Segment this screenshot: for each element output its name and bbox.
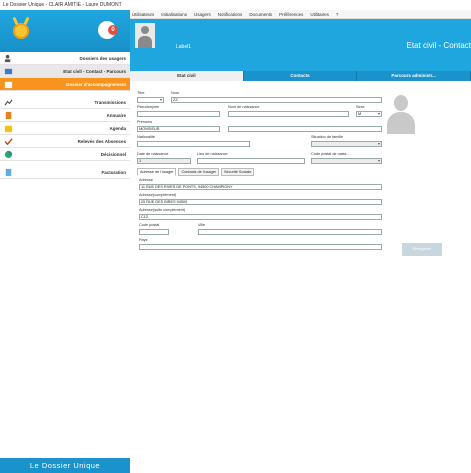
- situation-select[interactable]: [311, 141, 382, 147]
- tab-bar: Etat civil Contacts Parcours administr..…: [130, 71, 471, 81]
- subtab-adresse[interactable]: Adresse de l'usager: [137, 168, 177, 176]
- menu-utilisateurs[interactable]: Utilisateurs: [132, 10, 154, 18]
- adresse-label: Adresse: [139, 178, 153, 182]
- adresse-complement-label: Adresse(complément): [139, 193, 177, 197]
- menu-notifications[interactable]: Notifications: [218, 10, 243, 18]
- avatar: [135, 23, 155, 48]
- titre-label: Titre: [137, 91, 145, 95]
- menu-utilitaires[interactable]: Utilitaires: [310, 10, 329, 18]
- save-button[interactable]: Enregistrer: [402, 243, 442, 256]
- tab-etat-civil[interactable]: Etat civil: [130, 71, 244, 81]
- sidebar-item-label: Agenda: [109, 125, 126, 131]
- calendar-icon: [4, 125, 13, 132]
- folder-icon: [4, 81, 13, 88]
- menu-documents[interactable]: Documents: [249, 10, 272, 18]
- nationalite-field[interactable]: [137, 141, 250, 147]
- sidebar-item-etat-civil[interactable]: Etat civil - Contact - Parcours: [0, 65, 130, 78]
- sidebar-item-facturation[interactable]: Facturation: [0, 166, 130, 179]
- menu-preferences[interactable]: Préférences: [279, 10, 303, 18]
- date-naissance-label: Date de naissance: [137, 152, 169, 156]
- adresse-suite-field[interactable]: C12: [139, 214, 382, 220]
- sidebar-item-label: Décisionnel: [100, 151, 126, 157]
- tab-contacts[interactable]: Contacts: [243, 71, 358, 81]
- pseudonyme-label: Pseudonyme: [137, 105, 160, 109]
- sidebar-item-label: Relevés des Absences: [77, 138, 126, 144]
- notification-badge: 0: [108, 25, 118, 35]
- code-postal-field[interactable]: [139, 229, 169, 235]
- address-book-icon: [5, 111, 12, 119]
- sidebar-item-label: Dossier d'accompagnement: [66, 81, 126, 87]
- lieu-naissance-label: Lieu de naissance: [197, 152, 228, 156]
- menu-bar: Utilisateurs Initialisations Usagers Not…: [130, 10, 471, 19]
- prenoms-field[interactable]: MONSIEUR: [137, 126, 220, 132]
- sexe-select[interactable]: M: [356, 111, 382, 117]
- address-subtabs: Adresse de l'usager Contacts de l'usager…: [137, 168, 255, 176]
- lieu-naissance-field[interactable]: [197, 158, 305, 164]
- pie-chart-icon: [4, 150, 13, 158]
- check-icon: [4, 137, 13, 145]
- chart-icon: [4, 99, 13, 105]
- users-icon: [4, 54, 11, 62]
- sidebar-item-decisionnel[interactable]: Décisionnel: [0, 148, 130, 161]
- tab-parcours[interactable]: Parcours administr...: [357, 71, 471, 81]
- adresse-field[interactable]: 11 RUE DES RIVES DE PONTS, 94500 CHAMPIG…: [139, 184, 382, 190]
- subtab-securite-sociale[interactable]: Sécurité Sociale: [220, 168, 255, 176]
- sidebar-item-dossiers-usagers[interactable]: Dossiers des usagers: [0, 52, 130, 65]
- sidebar-header: 0: [0, 10, 130, 52]
- ville-label: Ville: [198, 223, 206, 227]
- notification-bell-icon[interactable]: 0: [98, 21, 118, 39]
- ville-field[interactable]: [198, 229, 382, 235]
- situation-label: Situation de famille: [311, 135, 344, 139]
- sidebar-item-label: Facturation: [101, 169, 126, 175]
- id-card-icon: [4, 68, 13, 74]
- patient-photo-placeholder: [386, 93, 416, 135]
- app-brand-footer: Le Dossier Unique: [0, 458, 130, 473]
- pseudonyme-field[interactable]: [137, 111, 220, 117]
- sidebar: 0 Dossiers des usagers Etat civil - Cont…: [0, 10, 130, 473]
- sidebar-item-releves-absences[interactable]: Relevés des Absences: [0, 135, 130, 148]
- date-naissance-field[interactable]: 1: [137, 158, 191, 164]
- pays-field[interactable]: [139, 244, 382, 250]
- nom-field[interactable]: ZZ: [171, 97, 382, 103]
- menu-usagers[interactable]: Usagers: [194, 10, 211, 18]
- main-panel: Label1 Etat civil - Contact Etat civil C…: [130, 19, 471, 473]
- nom-label: Nom: [171, 91, 180, 95]
- window-title: Le Dossier Unique - CLAIR AMITIE - Laure…: [0, 0, 471, 10]
- menu-initialisations[interactable]: Initialisations: [161, 10, 187, 18]
- patient-header: Label1 Etat civil - Contact: [130, 19, 471, 71]
- adresse-complement-field[interactable]: 25 RUE DES BIRES 94500: [139, 199, 382, 205]
- code-postal-naissance-select[interactable]: [311, 158, 382, 164]
- nom-naissance-field[interactable]: [228, 111, 349, 117]
- pays-label: Pays: [139, 238, 148, 242]
- code-postal-label: Code postal: [139, 223, 160, 227]
- sidebar-item-label: Transmissions: [94, 99, 126, 105]
- alarm-clock-logo-icon: [13, 23, 29, 39]
- sidebar-item-agenda[interactable]: Agenda: [0, 122, 130, 135]
- subtab-contacts[interactable]: Contacts de l'usager: [178, 168, 219, 176]
- titre-select[interactable]: [137, 97, 164, 103]
- page-title: Etat civil - Contact: [406, 41, 471, 50]
- sidebar-item-label: Annuaire: [106, 112, 126, 118]
- sidebar-item-label: Dossiers des usagers: [79, 55, 126, 61]
- sidebar-item-label: Etat civil - Contact - Parcours: [63, 68, 126, 74]
- prenoms-label: Prénoms: [137, 120, 153, 124]
- invoice-icon: [5, 168, 12, 176]
- sidebar-item-dossier-accompagnement[interactable]: Dossier d'accompagnement: [0, 78, 130, 91]
- sexe-label: Sexe: [356, 105, 365, 109]
- sidebar-item-transmissions[interactable]: Transmissions: [0, 96, 130, 109]
- nom-naissance-label: Nom de naissance: [228, 105, 260, 109]
- adresse-suite-label: Adresse(suite complément): [139, 208, 186, 212]
- header-label: Label1: [176, 44, 192, 50]
- sidebar-item-annuaire[interactable]: Annuaire: [0, 109, 130, 122]
- nationalite-label: Nationalité: [137, 135, 155, 139]
- menu-help[interactable]: ?: [336, 10, 339, 18]
- code-postal-naissance-label: Code postal de naiss...: [311, 152, 350, 156]
- prenoms-2-field[interactable]: [228, 126, 382, 132]
